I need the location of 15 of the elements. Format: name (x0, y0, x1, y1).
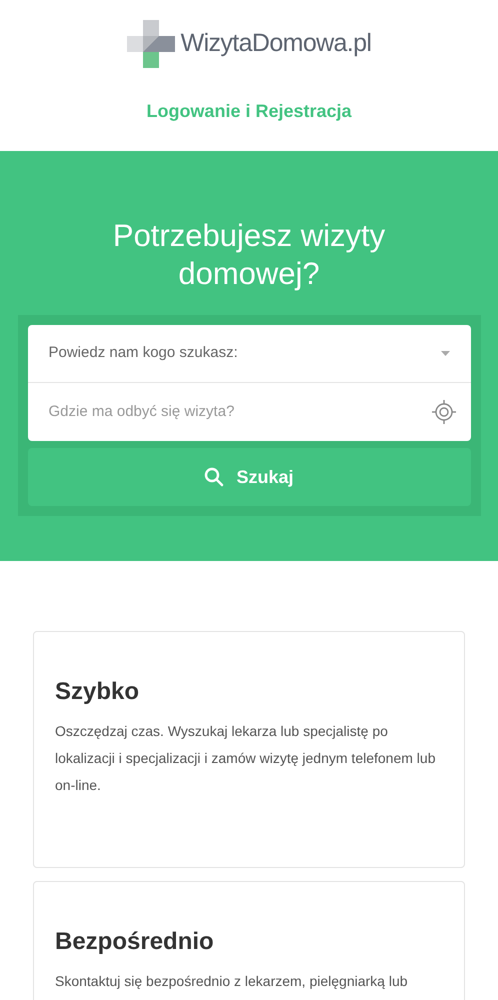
feature-title: Szybko (55, 677, 140, 707)
feature-description: Skontaktuj się bezpośrednio z lekarzem, pielęgniarką lub (55, 972, 409, 991)
locate-crosshair-icon[interactable] (430, 399, 456, 425)
hero-title: Potrzebujesz wizyty domowej? (112, 217, 386, 293)
cross-logo-icon (126, 20, 175, 68)
feature-description: Oszczędzaj czas. Wyszukaj lekarza lub specjalistę po lokalizacji i specjalizacji i zamów wizytę jednym telefonem lub on-line. (55, 722, 436, 795)
feature-title: Bezpośrednio (55, 927, 215, 957)
logo-text: WizytaDomowa.pl (180, 28, 372, 60)
who-select-placeholder: Powiedz nam kogo szukasz: (48, 343, 238, 364)
who-select[interactable]: Powiedz nam kogo szukasz: (28, 325, 470, 383)
search-button[interactable]: Szukaj (28, 448, 470, 506)
search-icon (204, 467, 224, 487)
dropdown-caret-icon (440, 351, 450, 356)
location-input-field[interactable]: Gdzie ma odbyć się wizyta? (28, 400, 430, 424)
login-register-link[interactable]: Logowanie i Rejestracja (146, 98, 352, 125)
